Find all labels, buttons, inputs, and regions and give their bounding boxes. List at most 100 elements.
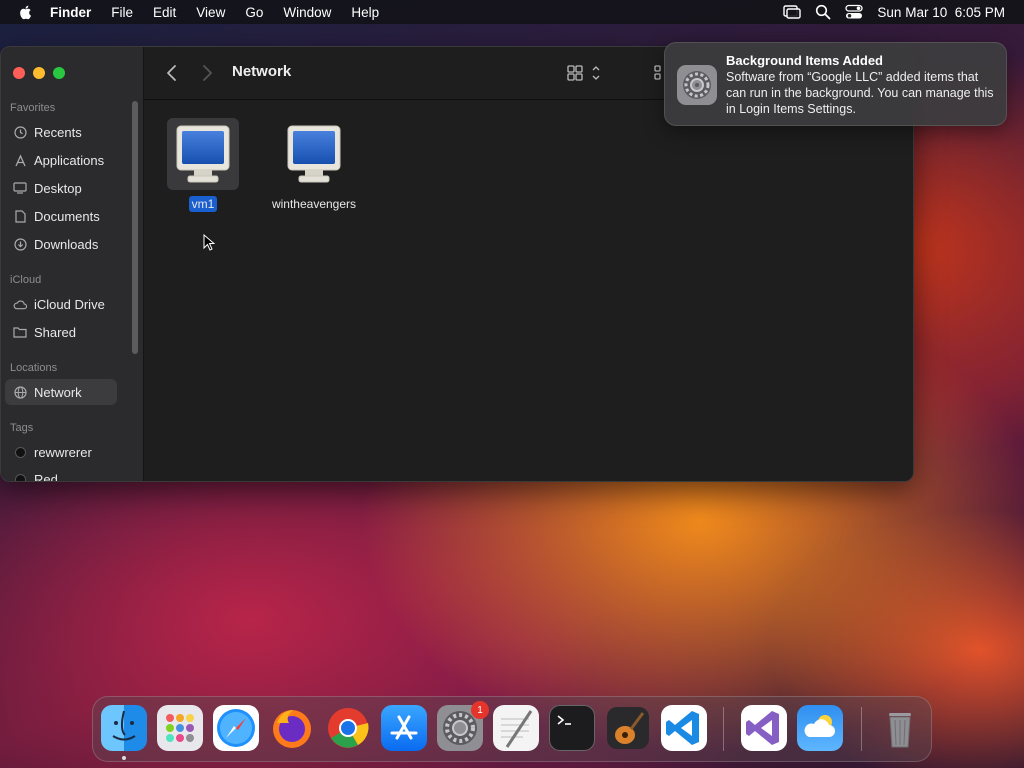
- visual-studio-icon: [746, 711, 779, 745]
- finder-sidebar: Favorites Recents Applications Desktop D…: [1, 47, 144, 481]
- control-center-icon[interactable]: [845, 4, 864, 20]
- applications-icon: [13, 153, 27, 167]
- dock: 1: [92, 696, 932, 762]
- dock-separator: [861, 707, 862, 751]
- sidebar-item-network[interactable]: Network: [5, 379, 117, 405]
- finder-face-icon: [112, 710, 136, 741]
- notification-banner[interactable]: Background Items Added Software from “Go…: [664, 42, 1007, 126]
- menu-window[interactable]: Window: [283, 5, 331, 20]
- dock-garageband[interactable]: [605, 705, 651, 751]
- window-title: Network: [232, 63, 292, 80]
- sidebar-item-label: rewwrerer: [34, 444, 92, 460]
- sidebar-item-label: Recents: [34, 124, 82, 140]
- sidebar-item-downloads[interactable]: Downloads: [5, 231, 117, 257]
- notification-badge: 1: [471, 701, 489, 719]
- dock-trash[interactable]: [877, 705, 923, 751]
- weather-icon: [804, 715, 835, 737]
- sidebar-section-tags: Tags: [10, 422, 34, 434]
- menu-go[interactable]: Go: [245, 5, 263, 20]
- dock-firefox[interactable]: [269, 705, 315, 751]
- apple-menu-icon[interactable]: [18, 4, 34, 20]
- trash-icon: [889, 713, 911, 748]
- download-icon: [13, 237, 27, 251]
- network-item-label: wintheavengers: [271, 197, 357, 211]
- document-icon: [13, 209, 27, 223]
- dock-visual-studio[interactable]: [741, 705, 787, 751]
- dock-app-store[interactable]: [381, 705, 427, 751]
- sidebar-section-locations: Locations: [10, 362, 58, 374]
- menu-app-name[interactable]: Finder: [50, 5, 91, 20]
- guitar-icon: [607, 707, 649, 749]
- dock-vscode[interactable]: [661, 705, 707, 751]
- system-settings-gear-icon: [677, 65, 717, 105]
- sidebar-item-shared[interactable]: Shared: [5, 319, 117, 345]
- mouse-cursor-icon: [203, 234, 215, 251]
- sidebar-item-label: Desktop: [34, 180, 82, 196]
- app-store-icon: [390, 715, 418, 740]
- sidebar-item-documents[interactable]: Documents: [5, 203, 117, 229]
- sidebar-item-label: Shared: [34, 324, 76, 340]
- globe-icon: [13, 385, 27, 399]
- firefox-icon: [273, 710, 311, 748]
- minimize-button[interactable]: [33, 67, 45, 79]
- finder-running-indicator: [122, 756, 126, 760]
- sidebar-item-label: Red: [34, 471, 58, 482]
- menu-bar: Finder File Edit View Go Window Help Sun…: [0, 0, 1024, 24]
- back-button[interactable]: [164, 63, 180, 83]
- finder-content: vm1 wintheavengers: [144, 100, 913, 481]
- dock-textedit[interactable]: [493, 705, 539, 751]
- tag-dot-icon: [13, 445, 27, 459]
- sidebar-section-favorites: Favorites: [10, 102, 56, 114]
- dock-finder[interactable]: [101, 705, 147, 751]
- launchpad-grid-icon: [166, 714, 194, 742]
- cloud-icon: [13, 297, 27, 311]
- dock-terminal[interactable]: [549, 705, 595, 751]
- network-item-label: vm1: [188, 196, 218, 212]
- dock-weather[interactable]: [797, 705, 843, 751]
- menu-view[interactable]: View: [196, 5, 225, 20]
- network-item-wintheavengers[interactable]: wintheavengers: [264, 118, 364, 212]
- dock-chrome[interactable]: [325, 705, 371, 751]
- terminal-icon: [557, 715, 571, 725]
- notification-body: Software from “Google LLC” added items t…: [726, 70, 994, 116]
- dock-separator: [723, 707, 724, 751]
- window-controls: [13, 67, 65, 79]
- dock-safari[interactable]: [213, 705, 259, 751]
- forward-button[interactable]: [199, 63, 215, 83]
- sidebar-item-label: Downloads: [34, 236, 99, 252]
- shared-folder-icon: [13, 325, 27, 339]
- sidebar-item-label: Applications: [34, 152, 105, 168]
- close-button[interactable]: [13, 67, 25, 79]
- sidebar-item-tag-red[interactable]: Red: [5, 466, 117, 482]
- search-icon[interactable]: [815, 4, 831, 20]
- menu-clock[interactable]: Sun Mar 10 6:05 PM: [877, 5, 1005, 20]
- sidebar-scrollbar[interactable]: [132, 101, 138, 354]
- notification-title: Background Items Added: [726, 53, 883, 68]
- sidebar-item-label: Documents: [34, 208, 100, 224]
- dock-launchpad[interactable]: [157, 705, 203, 751]
- menu-help[interactable]: Help: [351, 5, 379, 20]
- vscode-icon: [666, 711, 699, 745]
- sidebar-item-desktop[interactable]: Desktop: [5, 175, 117, 201]
- textedit-icon: [501, 710, 533, 748]
- chrome-icon: [328, 708, 369, 748]
- icon-view-button[interactable]: [567, 65, 603, 81]
- computer-icon: [167, 118, 239, 190]
- zoom-button[interactable]: [53, 67, 65, 79]
- safari-compass-icon: [217, 709, 255, 747]
- menu-edit[interactable]: Edit: [153, 5, 176, 20]
- menu-file[interactable]: File: [111, 5, 133, 20]
- tag-dot-icon: [13, 472, 27, 481]
- sidebar-item-icloud-drive[interactable]: iCloud Drive: [5, 291, 117, 317]
- sidebar-item-label: Network: [34, 384, 82, 400]
- sidebar-item-recents[interactable]: Recents: [5, 119, 117, 145]
- sidebar-item-tag-rewwrerer[interactable]: rewwrerer: [5, 439, 117, 465]
- sidebar-item-applications[interactable]: Applications: [5, 147, 117, 173]
- computer-icon: [278, 118, 350, 190]
- network-item-vm1[interactable]: vm1: [153, 118, 253, 212]
- dock-system-settings[interactable]: 1: [437, 701, 489, 751]
- sidebar-section-icloud: iCloud: [10, 274, 42, 286]
- sidebar-item-label: iCloud Drive: [34, 296, 105, 312]
- desktop-icon: [13, 181, 27, 195]
- screen-mirroring-icon[interactable]: [783, 5, 802, 19]
